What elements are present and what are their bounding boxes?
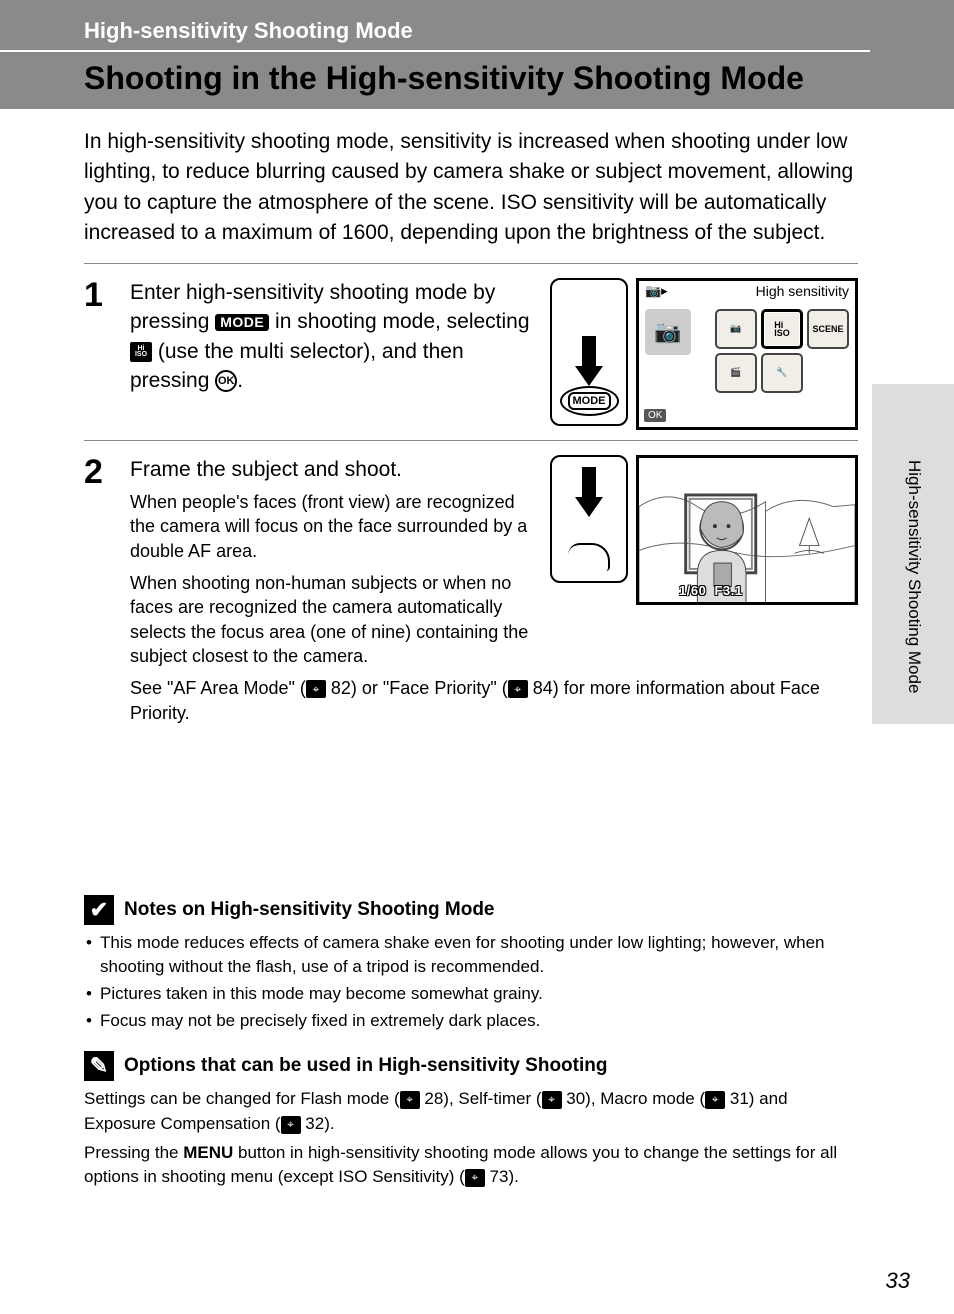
side-tab-label: High-sensitivity Shooting Mode: [904, 460, 924, 693]
finger-icon: [568, 543, 610, 571]
scene-svg: [639, 458, 855, 604]
exposure-overlay: 1/60 F3.1: [679, 583, 743, 598]
down-arrow-icon: [575, 336, 603, 386]
notes-list: This mode reduces effects of camera shak…: [84, 931, 858, 1034]
step-2-head: Frame the subject and shoot.: [130, 455, 538, 484]
options-title: Options that can be used in High-sensiti…: [124, 1055, 607, 1077]
mode-cell-hi-iso: HiISO: [761, 309, 803, 349]
page-ref-icon: ⌖: [705, 1091, 725, 1109]
page-ref-icon: ⌖: [281, 1116, 301, 1134]
notes-item: Pictures taken in this mode may become s…: [84, 982, 858, 1007]
options-p2: Pressing the MENU button in high-sensiti…: [84, 1141, 858, 1190]
options-p1: Settings can be changed for Flash mode (…: [84, 1087, 858, 1136]
lcd-mode-menu-illustration: 📷▸ High sensitivity 📷 📷 HiISO SCENE 🎬 🔧: [636, 278, 858, 430]
mode-cell-setup: 🔧: [761, 353, 803, 393]
lcd-title: High sensitivity: [756, 283, 849, 299]
check-icon: ✔: [84, 895, 114, 925]
notes-block: ✔ Notes on High-sensitivity Shooting Mod…: [84, 895, 858, 1034]
menu-label-icon: MENU: [183, 1143, 233, 1162]
page-header: High-sensitivity Shooting Mode Shooting …: [0, 0, 954, 109]
page-number: 33: [886, 1268, 910, 1294]
intro-text: In high-sensitivity shooting mode, sensi…: [84, 127, 858, 249]
page-ref-icon: ⌖: [306, 680, 326, 698]
notes-title: Notes on High-sensitivity Shooting Mode: [124, 899, 495, 921]
mode-cell-movie: 🎬: [715, 353, 757, 393]
page-ref-icon: ⌖: [400, 1091, 420, 1109]
ok-circle-icon: OK: [215, 370, 237, 392]
step-2-p2: When shooting non-human subjects or when…: [130, 571, 538, 668]
options-block: ✎ Options that can be used in High-sensi…: [84, 1051, 858, 1190]
ghost-camera-icon: 📷: [645, 309, 691, 355]
mode-button-press-illustration: MODE: [550, 278, 628, 426]
page-ref-icon: ⌖: [542, 1091, 562, 1109]
hi-iso-icon: HiISO: [130, 342, 152, 362]
mode-cell-scene: SCENE: [807, 309, 849, 349]
step-2: 2 Frame the subject and shoot. When peop…: [84, 441, 858, 735]
shutter-press-illustration: [550, 455, 628, 583]
step-2-p3: See "AF Area Mode" (⌖ 82) or "Face Prior…: [130, 676, 858, 725]
pencil-icon: ✎: [84, 1051, 114, 1081]
step-2-p1: When people's faces (front view) are rec…: [130, 490, 538, 563]
page-title: Shooting in the High-sensitivity Shootin…: [0, 52, 954, 97]
notes-item: This mode reduces effects of camera shak…: [84, 931, 858, 980]
step-number: 2: [84, 455, 114, 725]
step-number: 1: [84, 278, 114, 430]
camera-icon: 📷▸: [645, 283, 668, 299]
down-arrow-icon: [575, 467, 603, 517]
notes-item: Focus may not be precisely fixed in extr…: [84, 1009, 858, 1034]
mode-cell-camera: 📷: [715, 309, 757, 349]
mode-badge-icon: MODE: [215, 314, 269, 331]
lcd-preview-illustration: 1/60 F3.1: [636, 455, 858, 605]
page-ref-icon: ⌖: [465, 1169, 485, 1187]
section-label: High-sensitivity Shooting Mode: [0, 18, 870, 52]
step-1: 1 Enter high-sensitivity shooting mode b…: [84, 264, 858, 440]
page-ref-icon: ⌖: [508, 680, 528, 698]
lcd-ok-badge: OK: [644, 409, 666, 422]
step-1-text: Enter high-sensitivity shooting mode by …: [130, 278, 538, 396]
